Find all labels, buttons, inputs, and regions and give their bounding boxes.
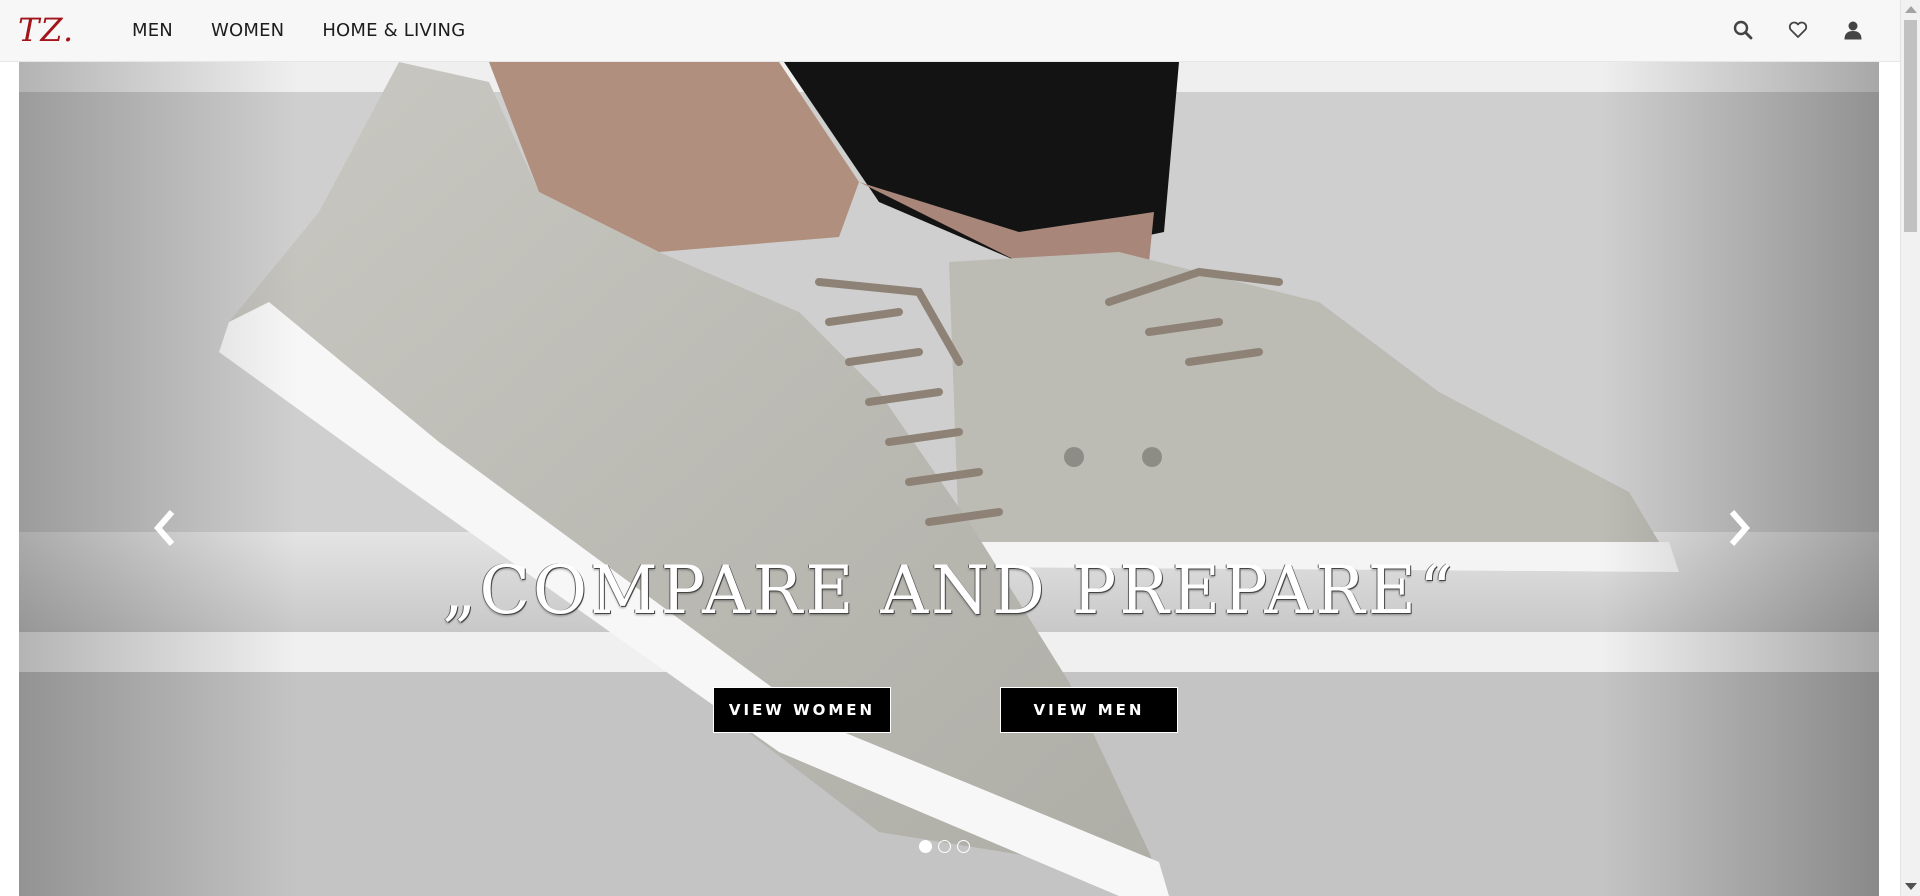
scroll-up-arrow[interactable] [1905, 6, 1917, 13]
hero-slider: „COMPARE AND PREPARE“ VIEW WOMEN VIEW ME… [19, 62, 1879, 896]
chevron-right-icon [1729, 510, 1750, 546]
view-men-button[interactable]: VIEW MEN [1000, 687, 1178, 733]
slider-prev-button[interactable] [145, 498, 185, 558]
page-scrollbar[interactable] [1900, 0, 1920, 896]
hero-headline: „COMPARE AND PREPARE“ [442, 552, 1456, 629]
nav-item-men[interactable]: MEN [132, 20, 173, 41]
header-actions [1699, 0, 1864, 60]
slide-dot-1[interactable] [919, 840, 932, 853]
user-icon[interactable] [1842, 19, 1864, 41]
slide-dot-2[interactable] [938, 840, 951, 853]
site-logo[interactable]: TZ. [18, 8, 74, 52]
main-nav: MEN WOMEN HOME & LIVING [132, 0, 503, 60]
slider-next-button[interactable] [1719, 498, 1759, 558]
scrollbar-thumb[interactable] [1904, 20, 1917, 232]
scroll-down-arrow[interactable] [1905, 883, 1917, 890]
chevron-left-icon [154, 510, 175, 546]
search-icon[interactable] [1732, 19, 1754, 41]
site-header: TZ. MEN WOMEN HOME & LIVING [0, 0, 1900, 62]
slider-pagination [919, 840, 976, 853]
hero-image-sneakers [19, 62, 1879, 896]
view-women-button[interactable]: VIEW WOMEN [713, 687, 891, 733]
slide-dot-3[interactable] [957, 840, 970, 853]
nav-item-home-living[interactable]: HOME & LIVING [322, 20, 465, 41]
heart-icon[interactable] [1787, 19, 1809, 41]
nav-item-women[interactable]: WOMEN [211, 20, 284, 41]
